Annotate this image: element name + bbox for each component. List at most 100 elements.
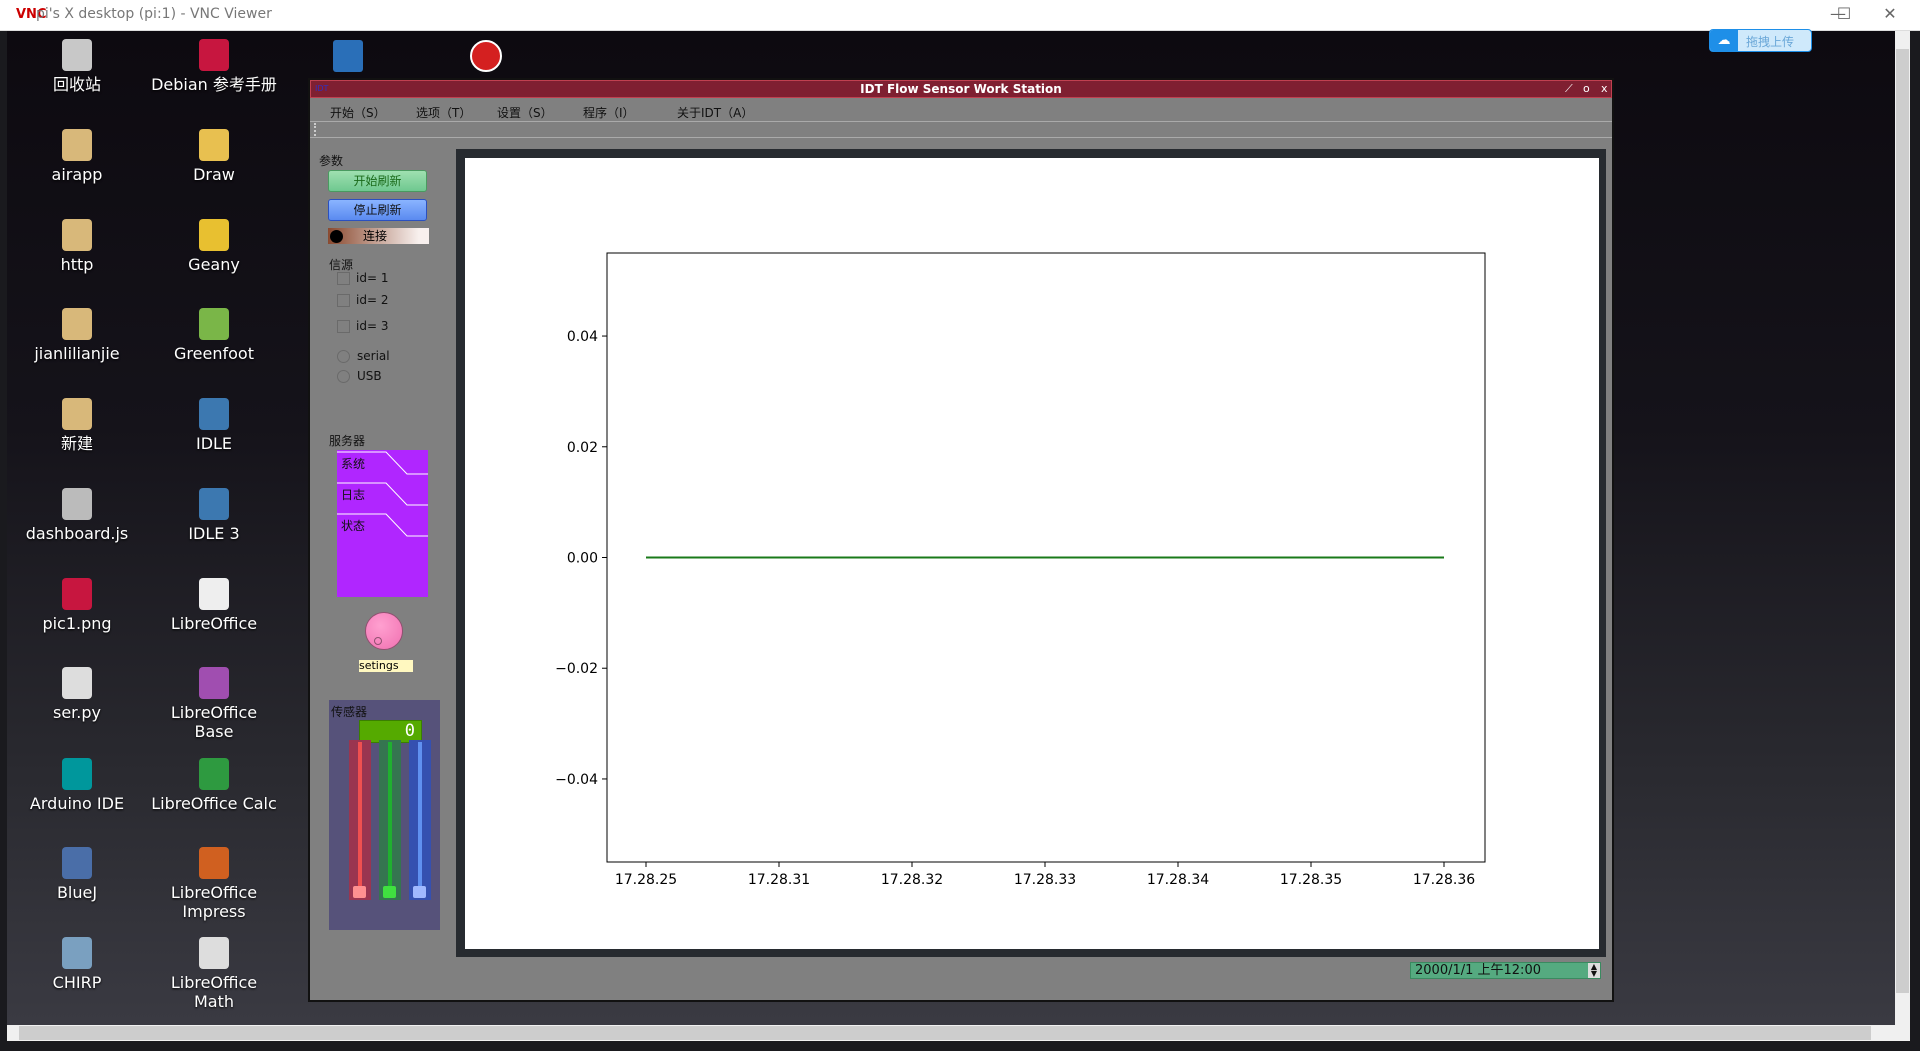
- datetime-value: 2000/1/1 上午12:00: [1415, 963, 1541, 978]
- params-label: 参数: [319, 154, 344, 168]
- horizontal-scrollbar[interactable]: [7, 1025, 1910, 1041]
- close-button[interactable]: ✕: [1870, 4, 1910, 23]
- desktop-icon[interactable]: http: [12, 219, 142, 274]
- script-file-icon: [62, 488, 92, 520]
- desktop-icon[interactable]: pic1.png: [12, 578, 142, 633]
- slider-handle[interactable]: [383, 886, 396, 898]
- server-label: 服务器: [329, 434, 366, 448]
- desktop-icon[interactable]: IDLE: [149, 398, 279, 453]
- knob-indicator-icon: [374, 637, 382, 645]
- draw-icon: [199, 129, 229, 161]
- menu-program[interactable]: 程序（I）: [583, 104, 635, 121]
- desktop-icon[interactable]: Geany: [149, 219, 279, 274]
- red-slider[interactable]: [349, 740, 371, 900]
- upload-label: 拖拽上传: [1746, 35, 1795, 49]
- source-label: 信源: [329, 258, 354, 272]
- stop-refresh-button[interactable]: 停止刷新: [328, 199, 427, 221]
- checkbox-label: id= 3: [356, 319, 389, 333]
- desktop-icon-label: LibreOffice Math: [170, 973, 258, 1011]
- desktop-icon[interactable]: jianlilianjie: [12, 308, 142, 363]
- blue-slider[interactable]: [409, 740, 431, 900]
- wolfram-icon[interactable]: [470, 40, 502, 72]
- desktop-icon-label: IDLE: [195, 434, 233, 453]
- desktop-icon[interactable]: Greenfoot: [149, 308, 279, 363]
- maximize-icon: ☐: [1836, 4, 1852, 23]
- vertical-scrollbar[interactable]: [1895, 31, 1910, 1025]
- radio-usb[interactable]: [337, 370, 350, 383]
- desktop-icon[interactable]: LibreOffice Calc: [149, 758, 279, 813]
- window-shade-button[interactable]: ⟋: [1565, 82, 1573, 96]
- desktop-icon[interactable]: Draw: [149, 129, 279, 184]
- checkbox-id-2[interactable]: [337, 294, 350, 307]
- desktop-icon[interactable]: LibreOffice Impress: [149, 847, 279, 921]
- radio-serial[interactable]: [337, 350, 350, 363]
- checkbox-id-1[interactable]: [337, 272, 350, 285]
- python-icon: [199, 488, 229, 520]
- x-tick-label: 17.28.36: [1413, 872, 1475, 888]
- slider-handle[interactable]: [413, 886, 426, 898]
- menu-about[interactable]: 关于IDT（A）: [677, 104, 753, 121]
- libreoffice-math-icon: [199, 937, 229, 969]
- desktop-icon[interactable]: ser.py: [12, 667, 142, 722]
- desktop-icon[interactable]: LibreOffice Base: [149, 667, 279, 741]
- window-close-button[interactable]: x: [1601, 82, 1608, 95]
- desktop-icon[interactable]: IDLE 3: [149, 488, 279, 543]
- python-icon: [199, 398, 229, 430]
- desktop-icon-label: pic1.png: [42, 614, 112, 633]
- tab-log[interactable]: 日志: [341, 486, 365, 503]
- toolbar-grip-icon[interactable]: [314, 123, 319, 136]
- maximize-button[interactable]: ☐: [1824, 4, 1864, 23]
- upload-button[interactable]: ☁ 拖拽上传: [1709, 29, 1812, 52]
- tab-system[interactable]: 系统: [341, 455, 365, 472]
- checkbox-id-3[interactable]: [337, 320, 350, 333]
- desktop-icon[interactable]: LibreOffice: [149, 578, 279, 633]
- green-slider[interactable]: [379, 740, 401, 900]
- menu-options[interactable]: 选项（T）: [416, 104, 471, 121]
- desktop-icon[interactable]: Debian 参考手册: [149, 39, 279, 94]
- desktop-icon[interactable]: LibreOffice Math: [149, 937, 279, 1011]
- datetime-picker[interactable]: 2000/1/1 上午12:00 ▲ ▼: [1410, 962, 1601, 979]
- desktop-icon-label: IDLE 3: [188, 524, 240, 543]
- window-maximize-button[interactable]: o: [1583, 82, 1590, 95]
- desktop-icon-label: LibreOffice Base: [170, 703, 258, 741]
- x-tick-label: 17.28.31: [748, 872, 810, 888]
- menu-settings[interactable]: 设置（S）: [497, 104, 553, 121]
- desktop-icon[interactable]: 新建: [12, 398, 142, 453]
- desktop-icon[interactable]: Arduino IDE: [12, 758, 142, 813]
- tab-status[interactable]: 状态: [341, 517, 365, 534]
- settings-knob[interactable]: [365, 612, 403, 650]
- geany-icon: [199, 219, 229, 251]
- libreoffice-impress-icon: [199, 847, 229, 879]
- debian-book-icon: [199, 39, 229, 71]
- menu-start[interactable]: 开始（S）: [330, 104, 386, 121]
- connect-indicator[interactable]: 连接: [328, 228, 429, 244]
- folder-icon: [62, 219, 92, 251]
- line-chart: 0.04 0.02 0.00 −0.02 −0.04 17.28.25 17.28.31 17…: [555, 252, 1486, 888]
- checkbox-label: id= 2: [356, 293, 389, 307]
- greenfoot-icon: [199, 308, 229, 340]
- spinner-arrows-icon[interactable]: ▲ ▼: [1588, 963, 1600, 978]
- start-refresh-button[interactable]: 开始刷新: [328, 170, 427, 192]
- desktop-icon[interactable]: dashboard.js: [12, 488, 142, 543]
- desktop-icon[interactable]: BlueJ: [12, 847, 142, 902]
- desktop-icon-label: airapp: [51, 165, 103, 184]
- image-file-icon: [62, 578, 92, 610]
- slider-handle[interactable]: [353, 886, 366, 898]
- libreoffice-icon: [199, 578, 229, 610]
- desktop-icon-label: 回收站: [52, 75, 101, 94]
- desktop-icon-label: Arduino IDE: [29, 794, 125, 813]
- libreoffice-writer-icon[interactable]: [333, 40, 363, 72]
- scroll-thumb[interactable]: [1896, 49, 1909, 993]
- sensor-group: 传感器 0: [329, 700, 440, 930]
- sensor-label: 传感器: [331, 705, 368, 719]
- scroll-thumb[interactable]: [19, 1026, 1871, 1040]
- desktop-icon[interactable]: CHIRP: [12, 937, 142, 992]
- desktop-icon-label: dashboard.js: [25, 524, 129, 543]
- desktop-icon[interactable]: 回收站: [12, 39, 142, 94]
- radio-label: USB: [357, 369, 382, 383]
- bluej-icon: [62, 847, 92, 879]
- text-file-icon: [62, 667, 92, 699]
- desktop-icon[interactable]: airapp: [12, 129, 142, 184]
- y-tick-label: 0.04: [567, 329, 598, 345]
- y-tick-label: −0.02: [555, 661, 598, 677]
